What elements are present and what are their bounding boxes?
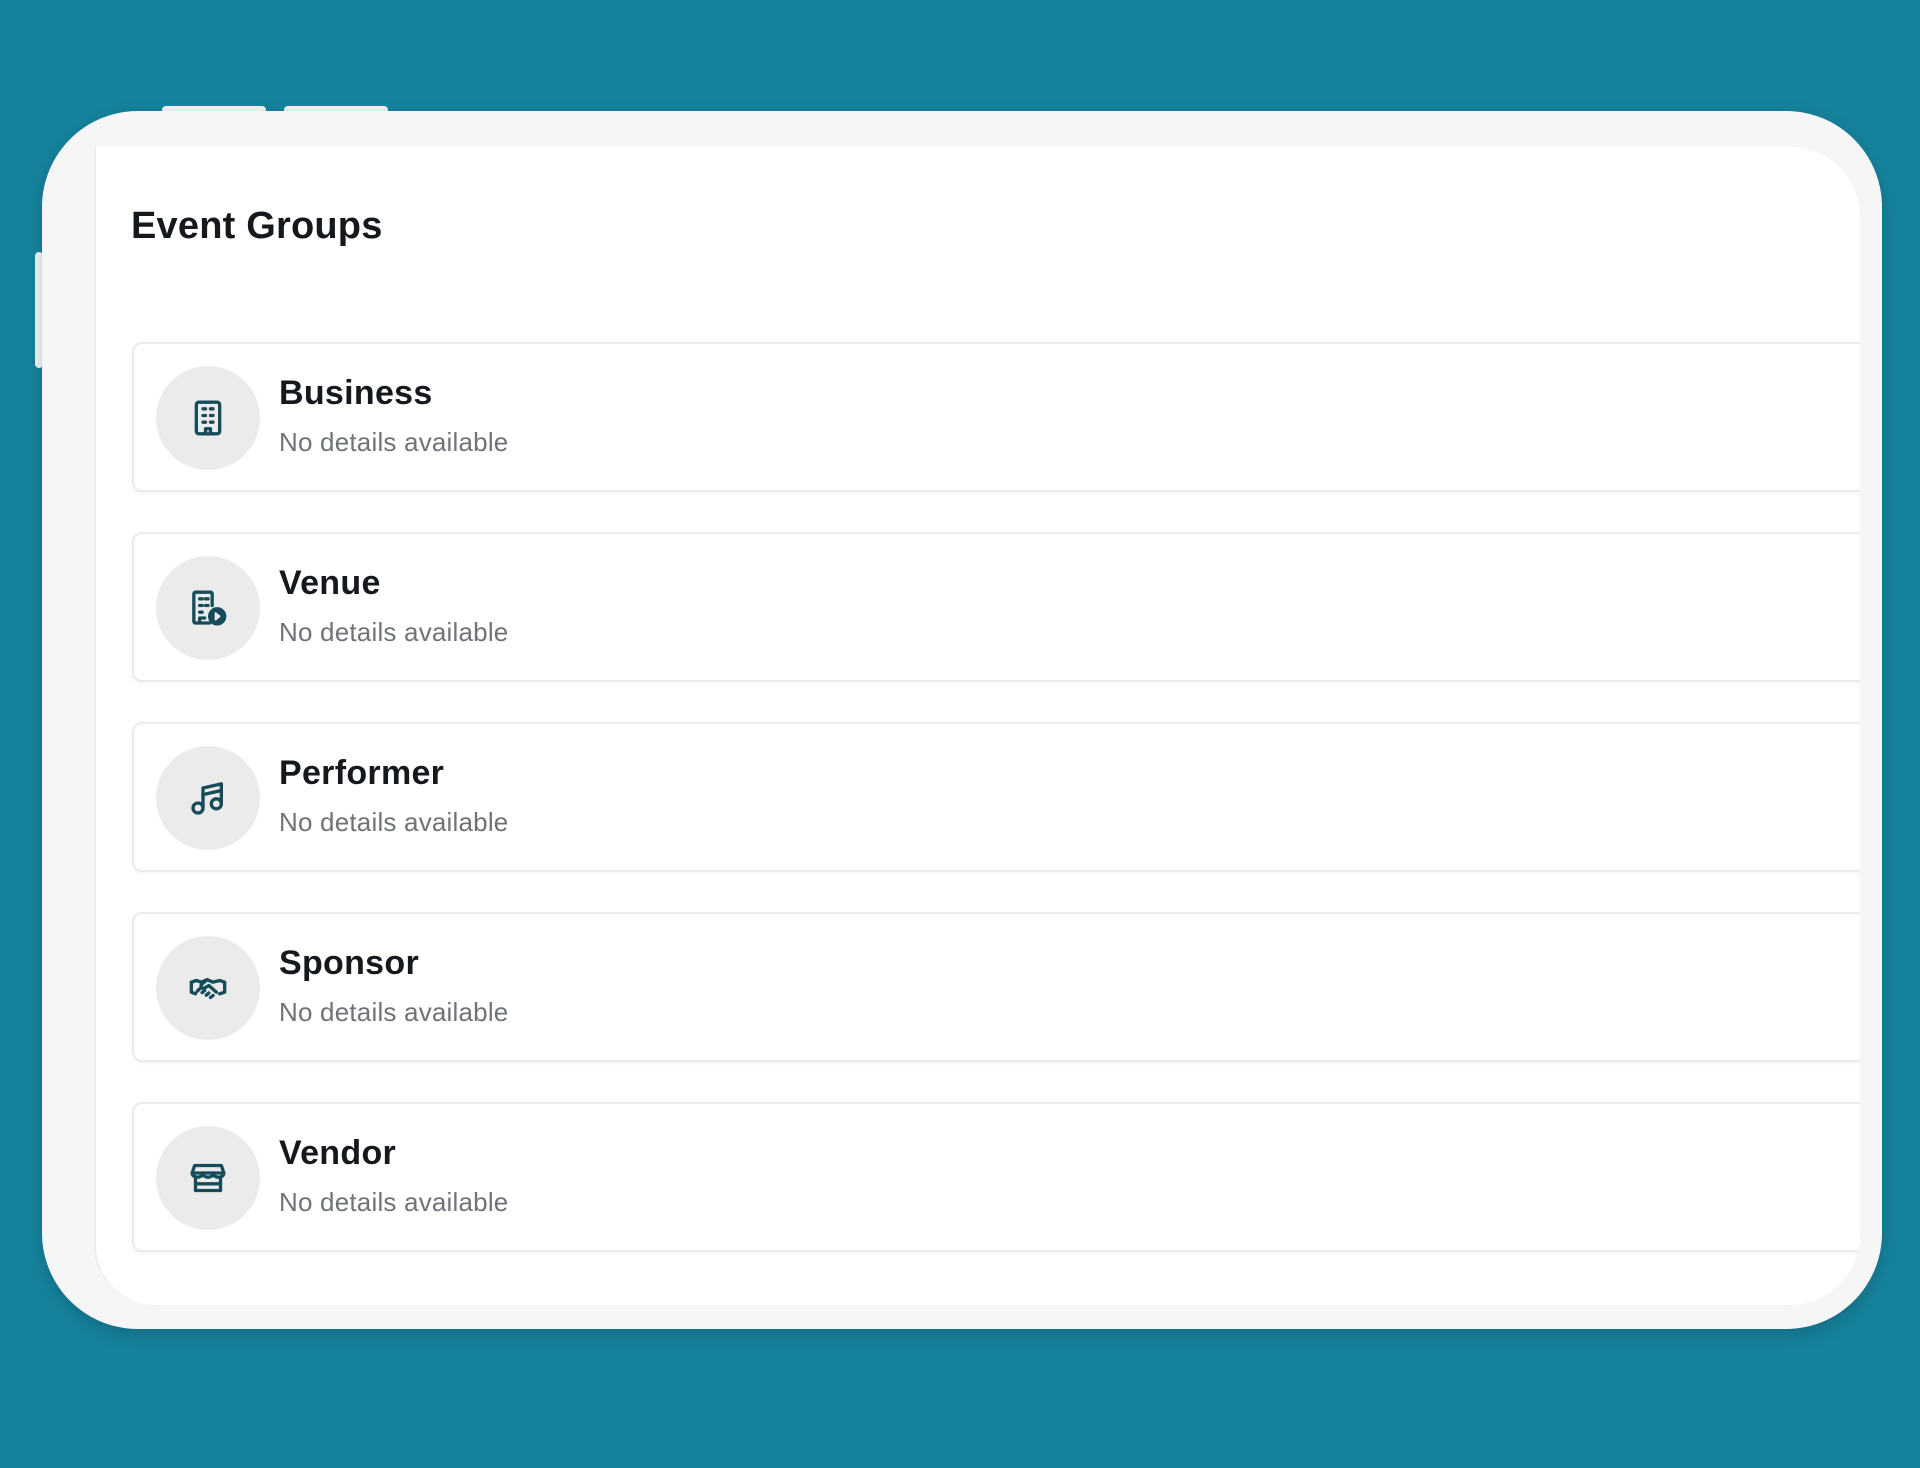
event-group-list: Business No details available Venue No d… xyxy=(132,342,1860,1292)
group-icon-container xyxy=(156,556,260,660)
group-icon-container xyxy=(156,746,260,850)
group-name: Venue xyxy=(279,564,381,602)
group-name: Vendor xyxy=(279,1134,397,1172)
venue-icon xyxy=(192,590,227,626)
page-title: Event Groups xyxy=(131,205,383,247)
music-note-icon xyxy=(191,782,223,815)
group-name: Business xyxy=(279,374,433,412)
group-card-performer[interactable]: Performer No details available xyxy=(132,722,1860,872)
group-description: No details available xyxy=(279,617,509,647)
group-icon-container xyxy=(156,366,260,470)
store-icon xyxy=(190,1163,226,1193)
handshake-icon xyxy=(189,978,227,1000)
group-card-venue[interactable]: Venue No details available xyxy=(132,532,1860,682)
group-card-business[interactable]: Business No details available xyxy=(132,342,1860,492)
building-icon xyxy=(194,400,222,436)
group-icon-container xyxy=(156,1126,260,1230)
group-description: No details available xyxy=(279,1187,509,1217)
group-name: Sponsor xyxy=(279,944,419,982)
app-screen: Event Groups Business No details availab… xyxy=(94,147,1860,1305)
group-description: No details available xyxy=(279,427,509,457)
group-description: No details available xyxy=(279,807,509,837)
group-description: No details available xyxy=(279,997,509,1027)
group-card-sponsor[interactable]: Sponsor No details available xyxy=(132,912,1860,1062)
group-icon-container xyxy=(156,936,260,1040)
group-name: Performer xyxy=(279,754,445,792)
group-card-vendor[interactable]: Vendor No details available xyxy=(132,1102,1860,1252)
